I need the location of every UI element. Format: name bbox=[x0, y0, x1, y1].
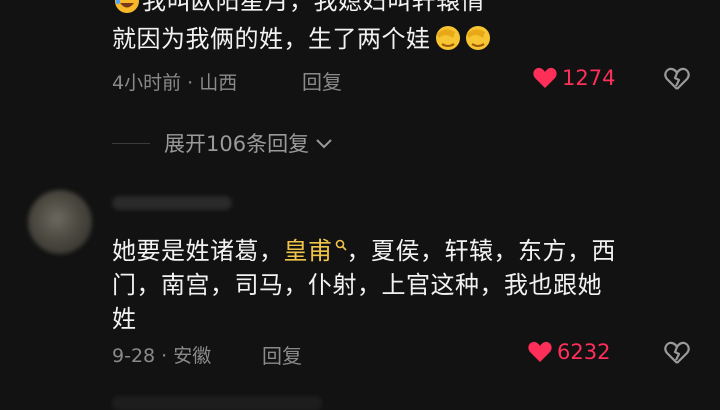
comment-1: 我叫欧阳星月，我媳妇叫轩辕情 就因为我俩的姓，生了两个娃 4小时前 · 山西 回… bbox=[0, 0, 720, 120]
comment-2-line-3: 姓 bbox=[112, 305, 137, 333]
expand-replies[interactable]: 展开106条回复 bbox=[112, 128, 333, 158]
comment-1-dislike-button[interactable] bbox=[664, 67, 690, 91]
comment-1-reply-button[interactable]: 回复 bbox=[302, 66, 342, 95]
expand-replies-label: 展开106条回复 bbox=[164, 132, 310, 156]
username[interactable] bbox=[112, 196, 232, 210]
avatar[interactable] bbox=[28, 190, 92, 254]
comment-2-like-count: 6232 bbox=[557, 340, 611, 364]
heart-icon bbox=[527, 340, 553, 364]
heart-icon bbox=[532, 66, 558, 90]
search-highlight-link[interactable]: 皇甫 bbox=[284, 237, 347, 265]
comment-1-line-2: 就因为我俩的姓，生了两个娃 bbox=[112, 22, 491, 56]
comment-2-line-2: 门，南宫，司马，仆射，上官这种，我也跟她 bbox=[112, 271, 602, 299]
comment-2-time-location: 9-28 · 安徽 bbox=[112, 345, 212, 367]
comment-1-line-1: 我叫欧阳星月，我媳妇叫轩辕情 bbox=[112, 0, 485, 18]
comment-2-line-1: 她要是姓诸葛，皇甫 ，夏侯，轩辕，东方，西 bbox=[112, 226, 702, 268]
facepalm-emoji-icon bbox=[433, 22, 461, 50]
laughing-emoji-icon bbox=[114, 0, 142, 16]
chevron-down-icon bbox=[315, 131, 333, 155]
comment-2-text: 她要是姓诸葛，皇甫 ，夏侯，轩辕，东方，西 门，南宫，司马，仆射，上官这种，我也跟… bbox=[112, 226, 702, 336]
comment-2-like-button[interactable]: 6232 bbox=[527, 340, 610, 364]
comment-1-time-location: 4小时前 · 山西 bbox=[112, 72, 238, 94]
comment-2-reply-button[interactable]: 回复 bbox=[262, 340, 302, 369]
broken-heart-icon bbox=[664, 67, 690, 90]
comment-2-dislike-button[interactable] bbox=[664, 341, 690, 365]
comment-1-like-button[interactable]: 1274 bbox=[532, 66, 615, 90]
comment-1-like-count: 1274 bbox=[562, 66, 616, 90]
broken-heart-icon bbox=[664, 341, 690, 364]
divider bbox=[112, 142, 150, 144]
search-icon bbox=[335, 226, 347, 260]
facepalm-emoji-icon bbox=[463, 22, 491, 50]
next-comment-partial bbox=[112, 396, 322, 410]
